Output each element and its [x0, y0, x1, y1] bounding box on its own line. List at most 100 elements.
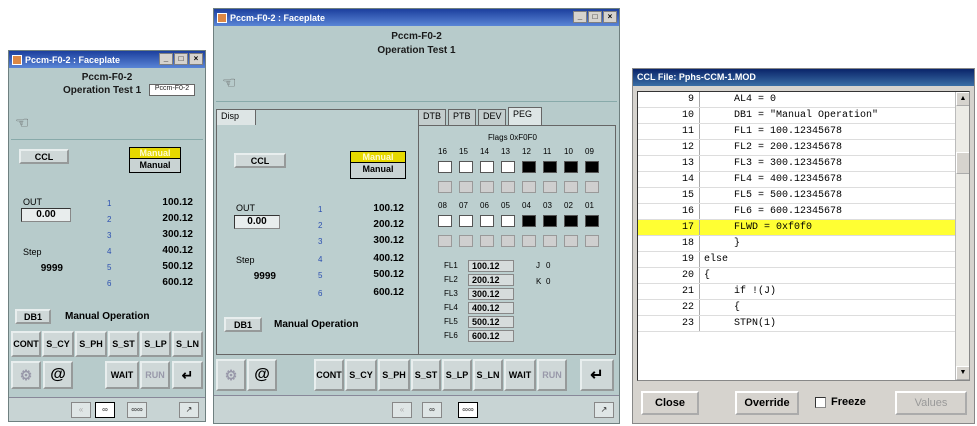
tab-dtb[interactable]: DTB — [418, 109, 446, 125]
code-line[interactable]: 15 FL5 = 500.12345678 — [638, 188, 969, 204]
code-line[interactable]: 19 else — [638, 252, 969, 268]
code-line[interactable]: 22 { — [638, 300, 969, 316]
tab-peg[interactable]: PEG — [508, 107, 542, 125]
big-wait-button[interactable]: WAIT — [504, 359, 536, 391]
small-cont-button[interactable]: CONT — [11, 331, 41, 357]
code-line[interactable]: 14 FL4 = 400.12345678 — [638, 172, 969, 188]
code-line[interactable]: 11 FL1 = 100.12345678 — [638, 124, 969, 140]
small-ccl-button[interactable]: CCL — [19, 149, 69, 164]
code-listing[interactable]: 9 AL4 = 0 10 DB1 = "Manual Operation" 11 F… — [637, 91, 970, 381]
small-swirl-icon[interactable]: @ — [43, 361, 73, 389]
big-back-icon[interactable]: « — [392, 402, 412, 418]
line-number: 20 — [638, 268, 700, 283]
scroll-up-icon[interactable]: ▲ — [956, 92, 969, 106]
small-title-bar[interactable]: Pccm-F0-2 : Faceplate _ □ × — [9, 51, 205, 68]
small-s-ph-button[interactable]: S_PH — [75, 331, 107, 357]
small-value-2: 200.12 — [162, 213, 193, 224]
flag-hi-label: 14 — [480, 147, 489, 156]
big-enter-icon[interactable]: ↵ — [580, 359, 614, 391]
big-tool-icon[interactable]: ⚙ — [216, 359, 246, 391]
small-value-5: 500.12 — [162, 261, 193, 272]
flag-hi-label: 09 — [585, 147, 594, 156]
big-title-bar[interactable]: Pccm-F0-2 : Faceplate _ □ × — [214, 9, 619, 26]
small-mode-box[interactable]: Manual Manual — [129, 147, 181, 173]
flag-box — [501, 235, 515, 247]
code-line[interactable]: 16 FL6 = 600.12345678 — [638, 204, 969, 220]
tab-disp[interactable]: Disp — [216, 109, 256, 125]
small-enter-icon[interactable]: ↵ — [172, 361, 203, 389]
small-wait-button[interactable]: WAIT — [105, 361, 139, 389]
big-s-ph-button[interactable]: S_PH — [378, 359, 410, 391]
flags-title: Flags 0xF0F0 — [488, 133, 537, 142]
small-tool-icon[interactable]: ⚙ — [11, 361, 41, 389]
big-cont-button[interactable]: CONT — [314, 359, 344, 391]
small-index-1: 1 — [107, 199, 112, 208]
minimize-button[interactable]: _ — [573, 11, 587, 23]
close-button[interactable]: × — [189, 53, 203, 65]
maximize-button[interactable]: □ — [588, 11, 602, 23]
big-run-button[interactable]: RUN — [537, 359, 567, 391]
small-s-ln-button[interactable]: S_LN — [172, 331, 203, 357]
tab-dev[interactable]: DEV — [478, 109, 506, 125]
small-expand-icon[interactable]: ↗ — [179, 402, 199, 418]
tab-ptb[interactable]: PTB — [448, 109, 476, 125]
scroll-thumb[interactable] — [956, 152, 969, 174]
minimize-button[interactable]: _ — [159, 53, 173, 65]
freeze-checkbox[interactable] — [815, 397, 826, 408]
small-run-button[interactable]: RUN — [140, 361, 170, 389]
divider — [216, 101, 617, 102]
big-chain-icon[interactable]: ∞∞ — [458, 402, 478, 418]
big-window-title: Pccm-F0-2 : Faceplate — [230, 12, 326, 23]
small-s-st-button[interactable]: S_ST — [108, 331, 139, 357]
close-button[interactable]: Close — [641, 391, 699, 415]
small-s-lp-button[interactable]: S_LP — [140, 331, 171, 357]
fl-value: 100.12 — [468, 260, 514, 272]
code-line[interactable]: 18 } — [638, 236, 969, 252]
big-link-icon[interactable]: ∞ — [422, 402, 442, 418]
code-line[interactable]: 20 { — [638, 268, 969, 284]
scroll-down-icon[interactable]: ▼ — [956, 366, 969, 380]
big-s-lp-button[interactable]: S_LP — [442, 359, 472, 391]
big-db1-button[interactable]: DB1 — [224, 317, 262, 332]
vertical-scrollbar[interactable]: ▲ ▼ — [955, 92, 969, 380]
code-line[interactable]: 23 STPN(1) — [638, 316, 969, 332]
values-button[interactable]: Values — [895, 391, 967, 415]
flag-box — [501, 215, 515, 227]
line-number: 11 — [638, 124, 700, 139]
flag-box — [543, 161, 557, 173]
big-expand-icon[interactable]: ↗ — [594, 402, 614, 418]
code-line[interactable]: 9 AL4 = 0 — [638, 92, 969, 108]
line-number: 9 — [638, 92, 700, 107]
big-s-cy-button[interactable]: S_CY — [345, 359, 377, 391]
small-value-1: 100.12 — [162, 197, 193, 208]
small-db1-button[interactable]: DB1 — [15, 309, 51, 324]
code-line[interactable]: 10 DB1 = "Manual Operation" — [638, 108, 969, 124]
flag-box — [522, 181, 536, 193]
fl-label: FL6 — [444, 331, 458, 340]
small-back-icon[interactable]: « — [71, 402, 91, 418]
small-index-2: 2 — [107, 215, 112, 224]
big-s-st-button[interactable]: S_ST — [411, 359, 441, 391]
big-s-ln-button[interactable]: S_LN — [473, 359, 503, 391]
big-swirl-icon[interactable]: @ — [247, 359, 277, 391]
override-button[interactable]: Override — [735, 391, 799, 415]
code-line[interactable]: 13 FL3 = 300.12345678 — [638, 156, 969, 172]
code-line[interactable]: 17 FLWD = 0xf0f0 — [638, 220, 969, 236]
code-rows: 9 AL4 = 0 10 DB1 = "Manual Operation" 11 F… — [638, 92, 969, 332]
small-out-value: 0.00 — [21, 208, 71, 222]
small-tag-field[interactable]: Pccm-F0-2 — [149, 84, 195, 96]
code-line[interactable]: 21 if !(J) — [638, 284, 969, 300]
big-mode-box[interactable]: Manual Manual — [350, 151, 406, 179]
close-button[interactable]: × — [603, 11, 617, 23]
maximize-button[interactable]: □ — [174, 53, 188, 65]
code-line[interactable]: 12 FL2 = 200.12345678 — [638, 140, 969, 156]
small-s-cy-button[interactable]: S_CY — [42, 331, 74, 357]
small-faceplate-name: Pccm-F0-2 — [81, 72, 133, 83]
big-operation-name: Operation Test 1 — [377, 45, 456, 56]
small-link-icon[interactable]: ∞ — [95, 402, 115, 418]
ccl-window-title[interactable]: CCL File: Pphs-CCM-1.MOD — [633, 69, 974, 86]
small-chain-icon[interactable]: ∞∞ — [127, 402, 147, 418]
big-ccl-button[interactable]: CCL — [234, 153, 286, 168]
line-number: 13 — [638, 156, 700, 171]
flag-box — [480, 181, 494, 193]
